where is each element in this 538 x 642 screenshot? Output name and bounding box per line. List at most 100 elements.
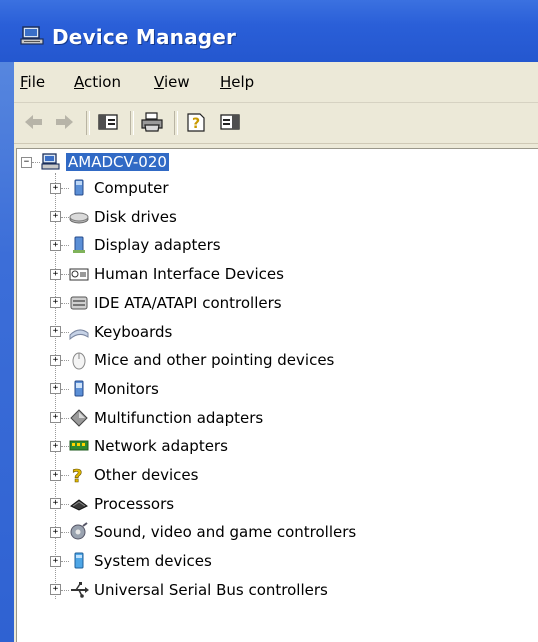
device-manager-app-icon	[20, 26, 44, 45]
expand-toggle[interactable]: +	[50, 211, 61, 223]
menu-file-accel: F	[20, 73, 28, 91]
tree-node-usb[interactable]: + Universal Serial Bus controllers	[50, 577, 328, 603]
expand-toggle[interactable]: +	[50, 326, 61, 337]
computer-icon	[74, 179, 84, 196]
expand-toggle[interactable]: +	[50, 354, 61, 366]
tree-node-label: Processors	[94, 494, 175, 513]
forward-arrow-icon[interactable]	[52, 111, 76, 133]
menu-file-rest: ile	[27, 73, 46, 91]
network-adapter-icon	[69, 440, 89, 451]
tree-node-display-adapter[interactable]: + Display adapters	[50, 232, 221, 258]
tree-connector	[61, 360, 69, 362]
toolbar-separator	[130, 111, 134, 135]
expand-toggle[interactable]: +	[50, 526, 61, 538]
disk-drive-icon	[69, 212, 89, 224]
tree-node-label: Disk drives	[94, 207, 177, 226]
menu-help-rest: elp	[231, 73, 255, 91]
tree-connector	[61, 274, 69, 276]
tree-connector	[61, 446, 69, 448]
svg-text:?: ?	[72, 466, 82, 485]
tree-node-processor[interactable]: + Processors	[50, 491, 174, 517]
help-icon[interactable]: ?	[184, 111, 208, 133]
tree-connector	[61, 188, 69, 190]
expand-toggle[interactable]: +	[50, 239, 61, 251]
usb-icon	[71, 581, 89, 598]
expand-toggle[interactable]: +	[50, 182, 61, 194]
back-arrow-icon[interactable]	[22, 111, 46, 133]
menu-action[interactable]: Action	[74, 73, 121, 91]
expand-toggle[interactable]: +	[50, 440, 61, 452]
tree-connector	[61, 302, 69, 305]
tree-node-label: Sound, video and game controllers	[94, 523, 357, 542]
toolbar-separator	[86, 111, 90, 135]
menu-action-rest: ction	[84, 73, 121, 91]
tree-node-label: System devices	[94, 552, 212, 571]
tree-connector	[61, 503, 69, 506]
tree-node-computer[interactable]: + Computer	[50, 175, 169, 201]
expand-toggle[interactable]: +	[50, 383, 61, 395]
tree-node-label: Computer	[94, 179, 169, 197]
tree-node-disk-drive[interactable]: + Disk drives	[50, 204, 177, 230]
tree-node-label: Human Interface Devices	[94, 265, 284, 284]
tree-node-label: Display adapters	[94, 236, 221, 255]
device-tree[interactable]: − AMADCV-020 + Computer + Disk drives + Displ…	[16, 148, 538, 642]
window-client-area: File Action View Help ? − AMADCV-020 + C…	[14, 62, 538, 642]
expand-toggle[interactable]: +	[50, 297, 61, 309]
tree-node-label: Network adapters	[94, 437, 228, 456]
menu-view[interactable]: View	[154, 73, 190, 91]
menu-bar: File Action View Help	[14, 62, 538, 103]
ide-controller-icon	[70, 296, 88, 310]
tree-node-sound[interactable]: + Sound, video and game controllers	[50, 519, 356, 545]
computer-root-icon	[41, 153, 60, 170]
tree-node-monitor[interactable]: + Monitors	[50, 376, 159, 402]
unknown-device-icon: ?	[72, 466, 83, 485]
sound-icon	[70, 522, 88, 540]
menu-file[interactable]: File	[20, 73, 45, 91]
tree-node-label: IDE ATA/ATAPI controllers	[94, 293, 282, 312]
device-manager-window: Device Manager File Action View Help ? −…	[0, 0, 538, 642]
collapse-toggle[interactable]: −	[21, 156, 32, 168]
toolbar: ?	[14, 103, 538, 144]
keyboard-icon	[69, 329, 89, 340]
tree-connector	[61, 532, 69, 534]
menu-help[interactable]: Help	[220, 73, 254, 91]
expand-toggle[interactable]: +	[50, 584, 61, 596]
tree-node-system-device[interactable]: + System devices	[50, 548, 212, 574]
tree-connector	[61, 589, 69, 592]
tree-node-hid[interactable]: + Human Interface Devices	[50, 261, 284, 287]
expand-toggle[interactable]: +	[50, 268, 61, 280]
tree-node-label: Keyboards	[94, 322, 173, 341]
mouse-icon	[72, 352, 86, 370]
system-device-icon	[74, 552, 84, 569]
expand-toggle[interactable]: +	[50, 412, 61, 424]
menu-view-rest: iew	[163, 73, 190, 91]
tree-connector	[61, 245, 69, 247]
tree-node-label: Monitors	[94, 379, 159, 398]
tree-node-ide-controller[interactable]: + IDE ATA/ATAPI controllers	[50, 290, 282, 316]
menu-view-accel: V	[154, 73, 164, 91]
display-adapter-icon	[73, 236, 85, 254]
properties-pane-icon[interactable]	[218, 111, 242, 133]
tree-connector	[61, 388, 69, 391]
processor-icon	[70, 499, 88, 511]
tree-node-label: Mice and other pointing devices	[94, 351, 335, 370]
print-icon[interactable]	[140, 111, 164, 133]
show-hide-console-tree-icon[interactable]	[96, 111, 120, 133]
tree-node-network-adapter[interactable]: + Network adapters	[50, 433, 228, 459]
tree-node-multifunction[interactable]: + Multifunction adapters	[50, 405, 263, 431]
tree-connector	[32, 162, 40, 164]
hid-icon	[69, 268, 89, 281]
tree-root[interactable]: − AMADCV-020	[21, 149, 169, 175]
tree-node-label: Universal Serial Bus controllers	[94, 580, 328, 599]
tree-connector	[61, 216, 69, 219]
tree-connector	[61, 331, 69, 334]
expand-toggle[interactable]: +	[50, 498, 61, 510]
tree-node-keyboard[interactable]: + Keyboards	[50, 319, 172, 345]
tree-connector	[61, 417, 69, 420]
tree-node-mouse[interactable]: + Mice and other pointing devices	[50, 347, 334, 373]
expand-toggle[interactable]: +	[50, 469, 61, 481]
title-bar[interactable]: Device Manager	[0, 0, 538, 62]
expand-toggle[interactable]: +	[50, 555, 61, 567]
tree-node-label: Multifunction adapters	[94, 408, 264, 427]
tree-node-unknown-device[interactable]: +? Other devices	[50, 462, 198, 488]
